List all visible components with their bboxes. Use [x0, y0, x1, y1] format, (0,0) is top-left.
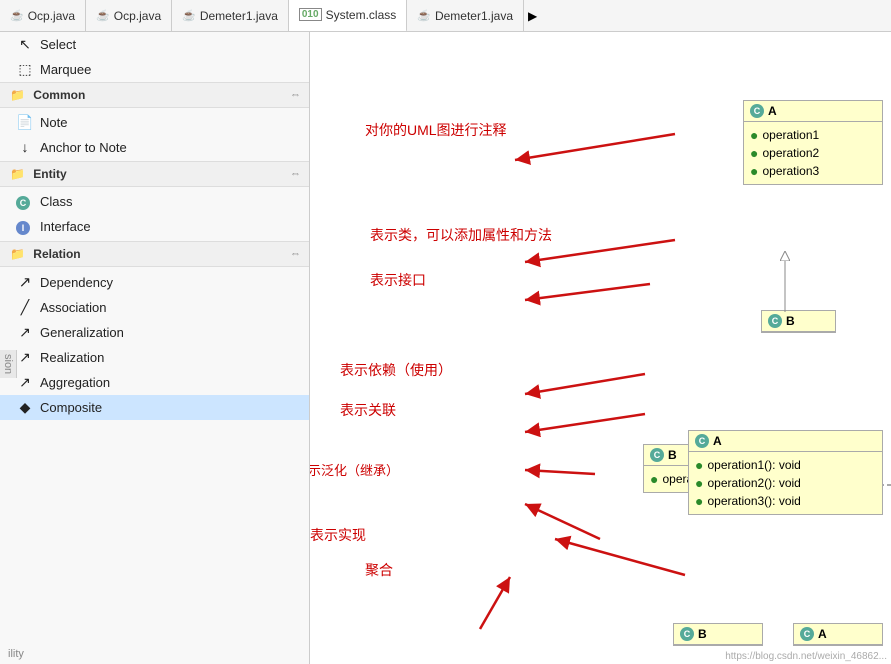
dot-am2: ● [695, 475, 703, 491]
uml-box-a-top-title: C A [744, 101, 882, 122]
class-icon-b-bot: C [680, 627, 694, 641]
anchor-icon: ↓ [16, 139, 34, 155]
method-am1: ●operation1(): void [695, 456, 876, 474]
folder-relation-icon: 📁 [10, 247, 25, 261]
note-icon: 📄 [16, 114, 34, 131]
class-icon-b-small: C [768, 314, 782, 328]
association-tool[interactable]: ╱ Association [0, 295, 309, 320]
folder-common-icon: 📁 [10, 88, 25, 102]
method-1: ●operation1 [750, 126, 876, 144]
aggregation-tool[interactable]: ↗ Aggregation [0, 370, 309, 395]
class-icon-b-mid: C [650, 448, 664, 462]
uml-box-b-bot: C B [673, 623, 763, 646]
marquee-tool[interactable]: ⬚ Marquee [0, 57, 309, 82]
java-icon2: ☕ [96, 9, 110, 22]
tab-demeter2[interactable]: ☕ Demeter1.java [407, 0, 524, 32]
composite-icon: ◆ [16, 399, 34, 416]
java-icon: ☕ [10, 9, 24, 22]
select-tool[interactable]: ↖ Select [0, 32, 309, 57]
dot3: ● [750, 163, 758, 179]
dependency-icon: ↗ [16, 273, 34, 291]
dot-bm1: ● [650, 471, 658, 487]
dot-am3: ● [695, 493, 703, 509]
anno-class: 表示类，可以添加属性和方法 [370, 225, 552, 245]
section-common[interactable]: 📁 Common ⇔ [0, 82, 309, 108]
dependency-tool[interactable]: ↗ Dependency [0, 269, 309, 295]
method-am3: ●operation3(): void [695, 492, 876, 510]
anno-aggregation: 聚合 [365, 560, 393, 580]
realization-tool[interactable]: ↗ Realization [0, 345, 309, 370]
panel-bottom-label: ility [0, 644, 309, 664]
uml-box-b-small: C B [761, 310, 836, 333]
generalization-icon: ↗ [16, 324, 34, 341]
system-class-icon: 010 [299, 8, 322, 21]
dot1: ● [750, 127, 758, 143]
tab-ocp2[interactable]: ☕ Ocp.java [86, 0, 172, 32]
entity-items: C Class I Interface [0, 187, 309, 241]
anno-association: 表示关联 [340, 400, 396, 420]
uml-box-b-small-title: C B [762, 311, 835, 332]
watermark: https://blog.csdn.net/weixin_46862... [725, 651, 887, 662]
section-relation[interactable]: 📁 Relation ⇔ [0, 241, 309, 267]
uml-box-a-mid-title: C A [689, 431, 882, 452]
interface-tool[interactable]: I Interface [0, 214, 309, 239]
main-layout: ↖ Select ⬚ Marquee 📁 Common ⇔ 📄 Note ↓ A… [0, 32, 891, 664]
cursor-icon: ↖ [16, 36, 34, 53]
uml-box-b-bot-title: C B [674, 624, 762, 645]
section-entity[interactable]: 📁 Entity ⇔ [0, 161, 309, 187]
anno-generalization: 表示泛化（继承） [310, 460, 399, 479]
method-3: ●operation3 [750, 162, 876, 180]
tab-demeter1[interactable]: ☕ Demeter1.java [172, 0, 289, 32]
dot2: ● [750, 145, 758, 161]
java-icon4: ☕ [417, 9, 431, 22]
right-panel: 对你的UML图进行注释 表示类，可以添加属性和方法 表示接口 表示依赖（使用） … [310, 32, 891, 664]
pin-relation-icon: ⇔ [290, 248, 301, 260]
relation-items: ↗ Dependency ╱ Association ↗ Generalizat… [0, 267, 309, 422]
anno-interface: 表示接口 [370, 270, 426, 290]
anno-uml-note: 对你的UML图进行注释 [365, 120, 507, 140]
tab-bar: ☕ Ocp.java ☕ Ocp.java ☕ Demeter1.java 01… [0, 0, 891, 32]
class-icon: C [16, 193, 34, 210]
method-am2: ●operation2(): void [695, 474, 876, 492]
pin-entity-icon: ⇔ [290, 168, 301, 180]
uml-box-a-top: C A ●operation1 ●operation2 ●operation3 [743, 100, 883, 185]
class-icon-a-bot: C [800, 627, 814, 641]
generalization-tool[interactable]: ↗ Generalization [0, 320, 309, 345]
side-ision-label: sion [0, 350, 17, 378]
association-icon: ╱ [16, 299, 34, 316]
left-panel: ↖ Select ⬚ Marquee 📁 Common ⇔ 📄 Note ↓ A… [0, 32, 310, 664]
more-tabs-button[interactable]: ▶ [528, 9, 537, 23]
uml-box-a-top-body: ●operation1 ●operation2 ●operation3 [744, 122, 882, 184]
anno-realization: 表示实现 [310, 525, 366, 545]
dot-am1: ● [695, 457, 703, 473]
composite-tool[interactable]: ◆ Composite [0, 395, 309, 420]
note-tool[interactable]: 📄 Note [0, 110, 309, 135]
uml-box-a-bot-title: C A [794, 624, 882, 645]
anno-dependency: 表示依赖（使用） [340, 360, 452, 380]
java-icon3: ☕ [182, 9, 196, 22]
uml-box-a-mid-body: ●operation1(): void ●operation2(): void … [689, 452, 882, 514]
class-icon-a-top: C [750, 104, 764, 118]
marquee-icon: ⬚ [16, 61, 34, 78]
uml-box-a-mid: C A ●operation1(): void ●operation2(): v… [688, 430, 883, 515]
pin-common-icon: ⇔ [290, 89, 301, 101]
class-tool[interactable]: C Class [0, 189, 309, 214]
realization-icon: ↗ [16, 349, 34, 366]
tab-ocp1[interactable]: ☕ Ocp.java [0, 0, 86, 32]
uml-box-a-bot: C A [793, 623, 883, 646]
folder-entity-icon: 📁 [10, 167, 25, 181]
tab-system-class[interactable]: 010 System.class [289, 0, 407, 32]
anchor-tool[interactable]: ↓ Anchor to Note [0, 135, 309, 159]
class-icon-a-mid: C [695, 434, 709, 448]
aggregation-icon: ↗ [16, 374, 34, 391]
common-items: 📄 Note ↓ Anchor to Note [0, 108, 309, 161]
method-2: ●operation2 [750, 144, 876, 162]
interface-icon: I [16, 218, 34, 235]
